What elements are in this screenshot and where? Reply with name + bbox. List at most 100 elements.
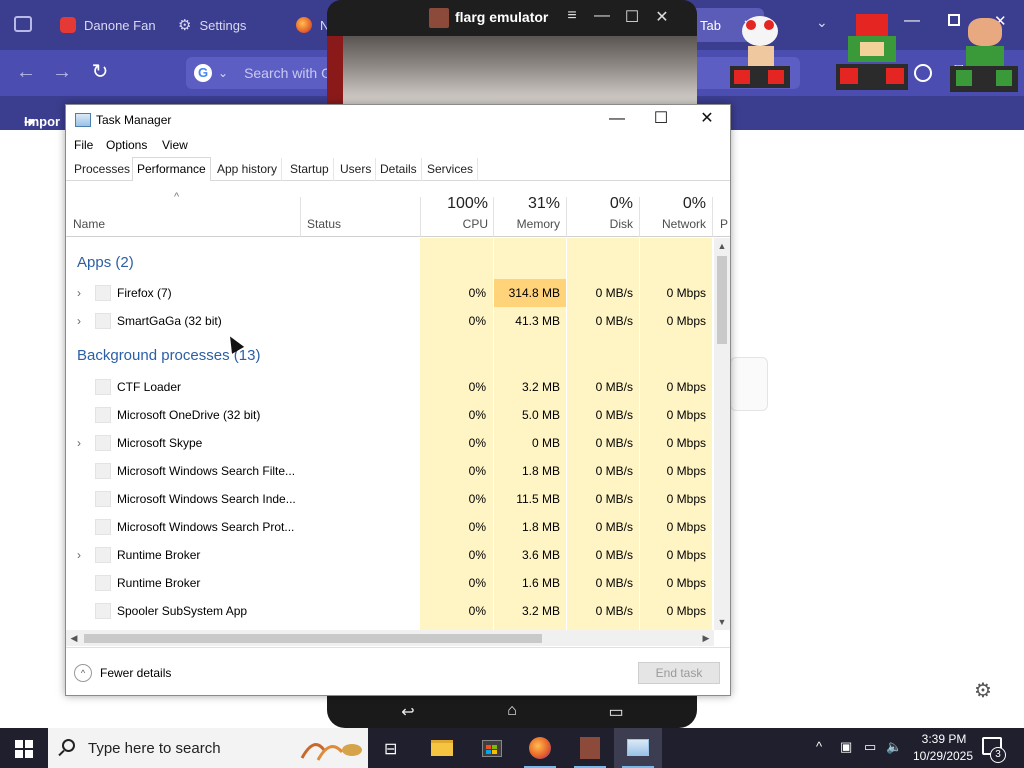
- disk-value: 0 MB/s: [595, 520, 633, 534]
- emulator-app-icon: [580, 737, 600, 759]
- expand-chevron-icon[interactable]: ›: [74, 436, 84, 450]
- scroll-left-icon[interactable]: ◀: [66, 630, 82, 646]
- menu-options[interactable]: Options: [106, 138, 147, 152]
- column-divider[interactable]: [300, 197, 301, 237]
- tab-app-history[interactable]: App history: [213, 158, 283, 181]
- column-divider[interactable]: [712, 197, 713, 237]
- network-icon[interactable]: ▭: [864, 739, 876, 755]
- maximize-button[interactable]: ☐: [638, 105, 684, 135]
- expand-chevron-icon[interactable]: ›: [74, 548, 84, 562]
- group-header[interactable]: Apps (2): [66, 246, 714, 274]
- vertical-scrollbar[interactable]: ▲ ▼: [714, 238, 730, 630]
- back-icon[interactable]: ↩: [393, 702, 423, 722]
- process-row[interactable]: › Runtime Broker 0% 3.6 MB 0 MB/s 0 Mbps: [66, 541, 714, 569]
- process-icon: [95, 285, 111, 301]
- maximize-icon[interactable]: ☐: [621, 7, 643, 27]
- meet-now-icon[interactable]: ▣: [840, 739, 852, 755]
- account-icon[interactable]: [914, 64, 932, 82]
- scroll-up-icon[interactable]: ▲: [714, 238, 730, 254]
- menu-view[interactable]: View: [162, 138, 188, 152]
- process-row[interactable]: › Microsoft Skype 0% 0 MB 0 MB/s 0 Mbps: [66, 429, 714, 457]
- tab-performance[interactable]: Performance: [132, 157, 211, 182]
- process-icon: [95, 435, 111, 451]
- search-placeholder: Type here to search: [88, 740, 221, 757]
- back-arrow-icon[interactable]: ←: [14, 60, 38, 84]
- close-button[interactable]: ✕: [684, 105, 730, 135]
- process-row[interactable]: Microsoft Windows Search Inde... 0% 11.5 M…: [66, 485, 714, 513]
- cpu-value: 0%: [468, 408, 486, 422]
- start-button[interactable]: [0, 728, 48, 768]
- firefox-taskbar-button[interactable]: [516, 728, 564, 768]
- column-status[interactable]: Status: [307, 217, 341, 231]
- process-row[interactable]: Runtime Broker 0% 1.6 MB 0 MB/s 0 Mbps: [66, 569, 714, 597]
- tab-processes[interactable]: Processes: [70, 158, 136, 181]
- process-row[interactable]: › SmartGaGa (32 bit) 0% 41.3 MB 0 MB/s 0 Mbps: [66, 307, 714, 335]
- process-row[interactable]: Microsoft Windows Search Filte... 0% 1.8 M…: [66, 457, 714, 485]
- horizontal-scrollbar[interactable]: ◀ ▶: [66, 630, 714, 646]
- column-disk[interactable]: Disk: [567, 217, 633, 231]
- minimize-button[interactable]: —: [594, 105, 640, 135]
- browser-tab-label: Settings: [199, 17, 247, 33]
- minimize-icon[interactable]: —: [591, 7, 613, 25]
- column-cpu[interactable]: CPU: [422, 217, 488, 231]
- process-row[interactable]: Microsoft Windows Search Prot... 0% 1.8 MB…: [66, 513, 714, 541]
- emulator-screen[interactable]: [327, 36, 697, 104]
- reload-icon[interactable]: ↻: [88, 60, 112, 84]
- store-button[interactable]: [468, 728, 516, 768]
- column-network[interactable]: Network: [640, 217, 706, 231]
- expand-chevron-icon[interactable]: ›: [74, 286, 84, 300]
- browser-tab-youtube[interactable]: Danone Fan: [60, 8, 156, 42]
- task-manager-titlebar[interactable]: Task Manager — ☐ ✕: [66, 105, 730, 135]
- collapse-icon[interactable]: ^: [74, 664, 92, 682]
- process-row[interactable]: Spooler SubSystem App 0% 3.2 MB 0 MB/s 0 Mbp…: [66, 597, 714, 625]
- file-explorer-button[interactable]: [418, 728, 466, 768]
- column-divider[interactable]: [420, 197, 421, 237]
- clock-time[interactable]: 3:39 PM: [912, 732, 976, 746]
- task-manager-taskbar-button[interactable]: [614, 728, 662, 768]
- firefox-icon: [296, 17, 312, 33]
- expand-chevron-icon[interactable]: ›: [74, 314, 84, 328]
- tab-overview-icon[interactable]: [14, 16, 32, 32]
- column-power[interactable]: P: [720, 217, 728, 231]
- scroll-down-icon[interactable]: ▼: [714, 614, 730, 630]
- column-name[interactable]: Name: [73, 217, 105, 231]
- scroll-right-icon[interactable]: ▶: [698, 630, 714, 646]
- tab-services[interactable]: Services: [423, 158, 479, 181]
- emulator-taskbar-button[interactable]: [566, 728, 614, 768]
- chevron-down-icon[interactable]: ⌄: [816, 14, 828, 31]
- process-row[interactable]: › Firefox (7) 0% 314.8 MB 0 MB/s 0 Mbps: [66, 279, 714, 307]
- end-task-button[interactable]: End task: [638, 662, 720, 684]
- browser-tab-firefox[interactable]: N: [296, 8, 329, 42]
- menu-file[interactable]: File: [74, 138, 93, 152]
- column-memory[interactable]: Memory: [494, 217, 560, 231]
- chevron-up-icon[interactable]: ^: [816, 739, 822, 754]
- menu-icon[interactable]: ≡: [561, 7, 583, 25]
- tab-startup[interactable]: Startup: [286, 158, 334, 181]
- recents-icon[interactable]: ▭: [601, 702, 631, 722]
- tab-details[interactable]: Details: [376, 158, 422, 181]
- group-header[interactable]: Background processes (13): [66, 337, 714, 369]
- taskbar-search-box[interactable]: Type here to search: [48, 728, 368, 768]
- task-manager-icon: [627, 739, 649, 756]
- scroll-thumb[interactable]: [717, 256, 727, 344]
- browser-tab-settings[interactable]: ⚙ Settings: [178, 8, 246, 42]
- gear-icon[interactable]: ⚙: [974, 678, 992, 703]
- home-icon[interactable]: ⌂: [497, 702, 527, 720]
- search-icon: [62, 739, 75, 752]
- forward-arrow-icon[interactable]: →: [50, 60, 74, 84]
- process-name: Microsoft Windows Search Inde...: [117, 492, 296, 506]
- scroll-thumb[interactable]: [84, 634, 542, 643]
- fewer-details-link[interactable]: Fewer details: [100, 666, 171, 680]
- task-view-button[interactable]: ⊟: [368, 728, 416, 768]
- clock-date[interactable]: 10/29/2025: [906, 749, 980, 763]
- chevron-down-icon[interactable]: ⌄: [218, 66, 228, 80]
- volume-muted-icon[interactable]: 🔈: [886, 739, 902, 755]
- memory-value: 1.8 MB: [521, 520, 560, 534]
- process-icon: [95, 575, 111, 591]
- cpu-value: 0%: [468, 314, 486, 328]
- process-row[interactable]: CTF Loader 0% 3.2 MB 0 MB/s 0 Mbps: [66, 373, 714, 401]
- notification-count-badge: 3: [990, 747, 1006, 763]
- close-icon[interactable]: ✕: [651, 7, 673, 27]
- tab-users[interactable]: Users: [336, 158, 377, 181]
- process-row[interactable]: Microsoft OneDrive (32 bit) 0% 5.0 MB 0 MB/…: [66, 401, 714, 429]
